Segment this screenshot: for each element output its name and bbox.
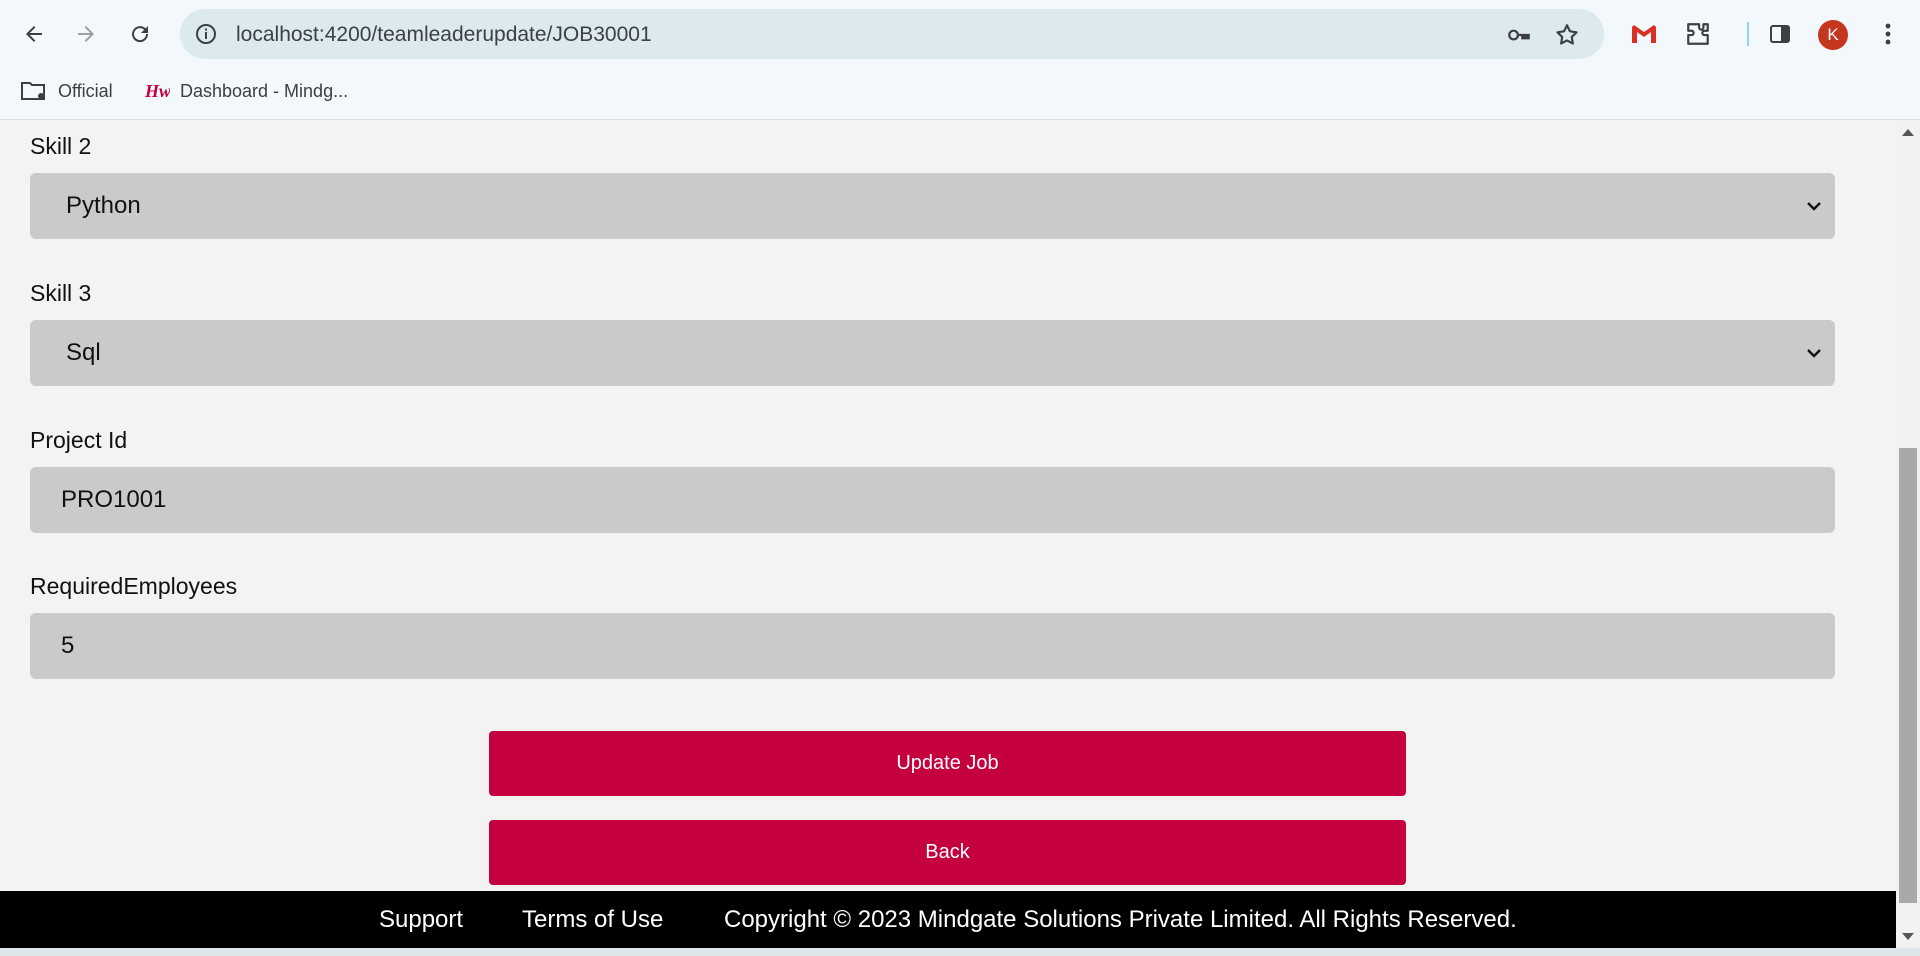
forward-arrow-icon[interactable] [66,14,106,54]
hw-logo-icon: Hw [144,81,170,101]
update-job-form: Skill 2 Python Skill 3 Sql Project Id PR… [0,121,1896,891]
kebab-menu-icon[interactable] [1870,16,1906,52]
extensions-icon[interactable] [1680,16,1716,52]
required-employees-value: 5 [61,632,75,659]
browser-toolbar: localhost:4200/teamleaderupdate/JOB30001… [0,0,1920,68]
required-employees-label: RequiredEmployees [30,573,238,599]
bookmark-dashboard[interactable]: Hw Dashboard - Mindg... [144,80,348,102]
back-button[interactable]: Back [489,820,1406,885]
scroll-up-arrow-icon[interactable] [1902,129,1914,136]
chevron-down-icon [1807,349,1821,358]
project-id-label: Project Id [30,427,128,453]
address-bar[interactable]: localhost:4200/teamleaderupdate/JOB30001 [180,9,1604,59]
gmail-icon[interactable] [1626,16,1662,52]
page-scrollbar[interactable] [1896,121,1920,948]
bookmarks-bar: Official Hw Dashboard - Mindg... [0,68,1920,120]
svg-text:Hw: Hw [144,81,170,101]
project-id-input[interactable]: PRO1001 [30,467,1835,533]
toolbar-divider [1730,16,1766,52]
skill2-select[interactable]: Python [30,173,1835,239]
site-info-icon[interactable] [194,22,218,46]
bookmark-label: Dashboard - Mindg... [180,80,349,101]
window-bottom-edge [0,948,1920,956]
reload-icon[interactable] [120,14,160,54]
skill3-label: Skill 3 [30,280,92,306]
terms-of-use-link[interactable]: Terms of Use [522,906,663,934]
url-text[interactable]: localhost:4200/teamleaderupdate/JOB30001 [236,23,652,47]
scroll-down-arrow-icon[interactable] [1902,933,1914,940]
support-link[interactable]: Support [379,906,463,934]
bookmark-label: Official [58,80,113,101]
skill3-value: Sql [66,339,101,366]
skill2-label: Skill 2 [30,133,92,159]
bookmark-star-icon[interactable] [1554,22,1580,48]
required-employees-input[interactable]: 5 [30,613,1835,679]
chevron-down-icon [1807,202,1821,211]
bookmark-official[interactable]: Official [20,80,113,102]
project-id-value: PRO1001 [61,486,167,513]
side-panel-icon[interactable] [1762,16,1798,52]
back-arrow-icon[interactable] [14,14,54,54]
update-job-button[interactable]: Update Job [489,731,1406,796]
copyright-text: Copyright © 2023 Mindgate Solutions Priv… [724,906,1517,933]
scroll-thumb[interactable] [1899,448,1917,903]
page-footer: Support Terms of Use Copyright © 2023 Mi… [0,891,1896,948]
skill3-select[interactable]: Sql [30,320,1835,386]
folder-settings-icon [21,82,45,100]
profile-avatar[interactable]: K [1818,20,1848,50]
skill2-value: Python [66,192,141,219]
key-icon[interactable] [1506,22,1532,48]
